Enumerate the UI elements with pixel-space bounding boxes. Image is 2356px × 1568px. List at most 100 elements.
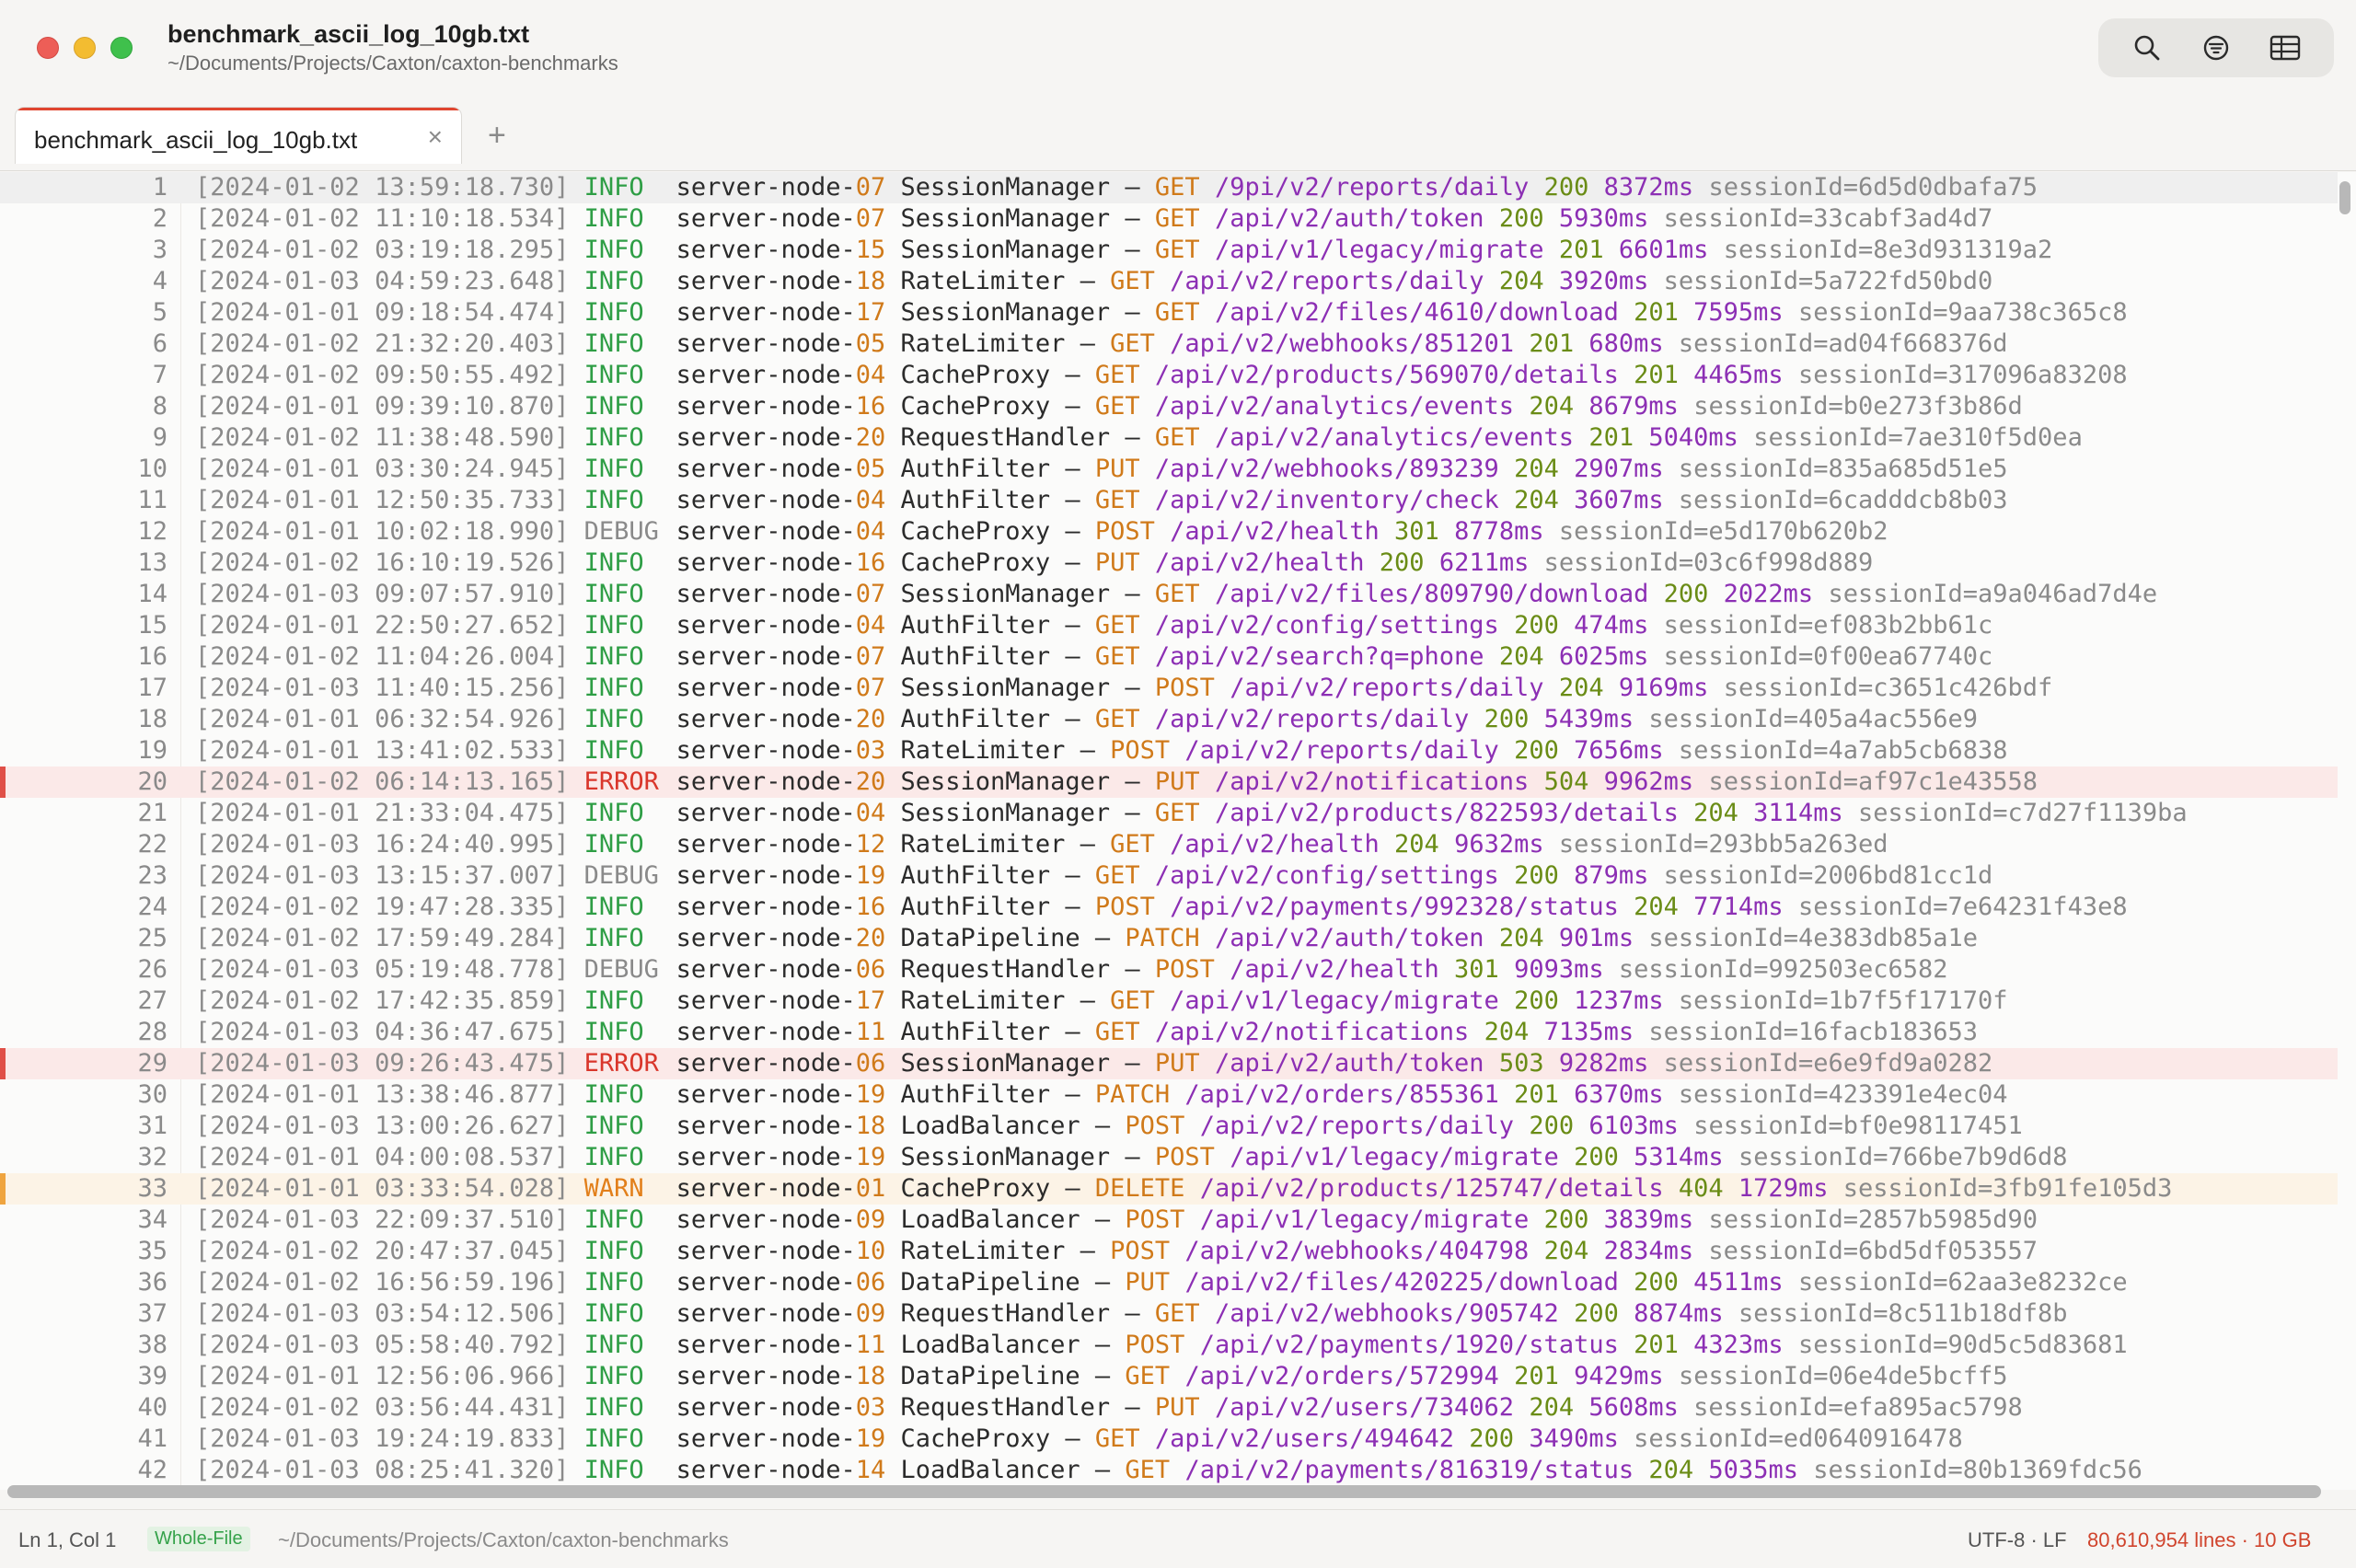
horizontal-scrollbar[interactable] [7,1485,2321,1498]
log-line[interactable]: 18 [2024-01-01 06:32:54.926] INFO server-n… [0,704,2338,735]
log-line[interactable]: 5 [2024-01-01 09:18:54.474] INFO server-no… [0,297,2338,329]
search-mode-badge[interactable]: Whole-File [147,1527,250,1551]
log-line[interactable]: 1 [2024-01-02 13:59:18.730] INFO server-no… [0,172,2338,203]
node-number: 04 [855,611,886,640]
log-line[interactable]: 21 [2024-01-01 21:33:04.475] INFO server-n… [0,798,2338,829]
line-content: [2024-01-03 19:24:19.833] INFO server-nod… [195,1424,1963,1455]
log-line[interactable]: 30 [2024-01-01 13:38:46.877] INFO server-n… [0,1079,2338,1111]
log-line[interactable]: 3 [2024-01-02 03:19:18.295] INFO server-no… [0,235,2338,266]
log-line[interactable]: 28 [2024-01-03 04:36:47.675] INFO server-n… [0,1017,2338,1048]
log-line[interactable]: 10 [2024-01-01 03:30:24.945] INFO server-n… [0,454,2338,485]
log-line[interactable]: 13 [2024-01-02 16:10:19.526] INFO server-n… [0,548,2338,579]
log-line[interactable]: 35 [2024-01-02 20:47:37.045] INFO server-n… [0,1236,2338,1267]
line-marker [0,235,6,266]
log-line[interactable]: 4 [2024-01-03 04:59:23.648] INFO server-no… [0,266,2338,297]
component: CacheProxy [900,548,1051,577]
log-line[interactable]: 7 [2024-01-02 09:50:55.492] INFO server-no… [0,360,2338,391]
node-name: server-node- [676,361,856,389]
log-line[interactable]: 42 [2024-01-03 08:25:41.320] INFO server-n… [0,1455,2338,1486]
log-line[interactable]: 32 [2024-01-01 04:00:08.537] INFO server-n… [0,1142,2338,1173]
log-level: INFO [583,1331,644,1359]
log-level: INFO [583,1112,644,1140]
cursor-position[interactable]: Ln 1, Col 1 [18,1528,116,1552]
line-content: [2024-01-03 08:25:41.320] INFO server-nod… [195,1455,2142,1486]
log-line[interactable]: 36 [2024-01-02 16:56:59.196] INFO server-n… [0,1267,2338,1298]
minimize-window-button[interactable] [74,37,96,59]
line-number: 7 [152,361,167,389]
log-line[interactable]: 29 [2024-01-03 09:26:43.475] ERROR server-… [0,1048,2338,1079]
node-name: server-node- [676,674,856,702]
separator-dash: – [1065,1424,1080,1453]
http-method: POST [1154,1143,1215,1171]
log-line[interactable]: 37 [2024-01-03 03:54:12.506] INFO server-n… [0,1298,2338,1330]
log-line[interactable]: 40 [2024-01-02 03:56:44.431] INFO server-n… [0,1392,2338,1424]
log-line[interactable]: 25 [2024-01-02 17:59:49.284] INFO server-n… [0,923,2338,954]
log-line[interactable]: 9 [2024-01-02 11:38:48.590] INFO server-no… [0,422,2338,454]
log-line[interactable]: 39 [2024-01-01 12:56:06.966] INFO server-n… [0,1361,2338,1392]
node-number: 04 [855,361,886,389]
log-line[interactable]: 19 [2024-01-01 13:41:02.533] INFO server-n… [0,735,2338,767]
node-number: 07 [855,642,886,671]
log-line[interactable]: 12 [2024-01-01 10:02:18.990] DEBUG server-… [0,516,2338,548]
log-level: INFO [583,1362,644,1390]
duration: 4323ms [1693,1331,1784,1359]
table-view-button[interactable] [2261,24,2309,72]
new-tab-button[interactable]: + [488,118,506,154]
line-content: [2024-01-01 09:39:10.870] INFO server-nod… [195,391,2023,422]
tab-benchmark-log[interactable]: benchmark_ascii_log_10gb.txt × [15,107,462,164]
component: RateLimiter [900,830,1066,859]
log-line[interactable]: 27 [2024-01-02 17:42:35.859] INFO server-n… [0,986,2338,1017]
timestamp: [2024-01-01 09:39:10.870] [195,392,570,421]
node-number: 20 [855,423,886,452]
log-line[interactable]: 2 [2024-01-02 11:10:18.534] INFO server-no… [0,203,2338,235]
close-window-button[interactable] [37,37,59,59]
line-marker [0,1267,6,1298]
log-line[interactable]: 6 [2024-01-02 21:32:20.403] INFO server-no… [0,329,2338,360]
component: LoadBalancer [900,1331,1080,1359]
zoom-window-button[interactable] [110,37,133,59]
request-path: /api/v2/webhooks/893239 [1154,455,1499,483]
line-marker [0,798,6,829]
separator-dash: – [1125,204,1140,233]
search-button[interactable] [2123,24,2171,72]
encoding-indicator[interactable]: UTF-8 · LF [1968,1528,2067,1552]
line-content: [2024-01-03 04:59:23.648] INFO server-nod… [195,266,1992,297]
close-tab-icon[interactable]: × [428,122,443,152]
log-line[interactable]: 11 [2024-01-01 12:50:35.733] INFO server-n… [0,485,2338,516]
session-id: sessionId=ad04f668376d [1678,329,2008,358]
log-line[interactable]: 22 [2024-01-03 16:24:40.995] INFO server-n… [0,829,2338,860]
status-code: 201 [1634,298,1679,327]
log-line[interactable]: 24 [2024-01-02 19:47:28.335] INFO server-n… [0,892,2338,923]
log-line[interactable]: 33 [2024-01-01 03:33:54.028] WARN server-n… [0,1173,2338,1205]
log-level: DEBUG [583,517,659,546]
line-content: [2024-01-01 12:50:35.733] INFO server-nod… [195,485,2008,516]
log-line[interactable]: 8 [2024-01-01 09:39:10.870] INFO server-no… [0,391,2338,422]
log-line[interactable]: 15 [2024-01-01 22:50:27.652] INFO server-n… [0,610,2338,641]
filter-button[interactable] [2192,24,2240,72]
timestamp: [2024-01-02 17:42:35.859] [195,986,570,1015]
vertical-scrollbar[interactable] [2339,181,2350,214]
log-line[interactable]: 26 [2024-01-03 05:19:48.778] DEBUG server-… [0,954,2338,986]
editor-area[interactable]: 1 [2024-01-02 13:59:18.730] INFO server-no… [0,172,2356,1490]
log-line[interactable]: 41 [2024-01-03 19:24:19.833] INFO server-n… [0,1424,2338,1455]
http-method: GET [1154,173,1200,202]
log-line[interactable]: 31 [2024-01-03 13:00:26.627] INFO server-n… [0,1111,2338,1142]
request-path: /api/v2/inventory/check [1154,486,1499,514]
log-line[interactable]: 16 [2024-01-02 11:04:26.004] INFO server-n… [0,641,2338,673]
log-line[interactable]: 34 [2024-01-03 22:09:37.510] INFO server-n… [0,1205,2338,1236]
log-line[interactable]: 20 [2024-01-02 06:14:13.165] ERROR server-… [0,767,2338,798]
timestamp: [2024-01-02 16:56:59.196] [195,1268,570,1297]
log-line[interactable]: 17 [2024-01-03 11:40:15.256] INFO server-n… [0,673,2338,704]
duration: 5035ms [1708,1456,1798,1484]
line-number: 15 [137,611,167,640]
request-path: /api/v2/search?q=phone [1154,642,1484,671]
log-line[interactable]: 14 [2024-01-03 09:07:57.910] INFO server-n… [0,579,2338,610]
line-marker [0,1079,6,1111]
node-name: server-node- [676,267,856,295]
request-path: /api/v2/reports/daily [1230,674,1544,702]
log-line[interactable]: 38 [2024-01-03 05:58:40.792] INFO server-n… [0,1330,2338,1361]
line-marker [0,1111,6,1142]
node-number: 14 [855,1456,886,1484]
log-line[interactable]: 23 [2024-01-03 13:15:37.007] DEBUG server-… [0,860,2338,892]
session-id: sessionId=317096a83208 [1797,361,2128,389]
